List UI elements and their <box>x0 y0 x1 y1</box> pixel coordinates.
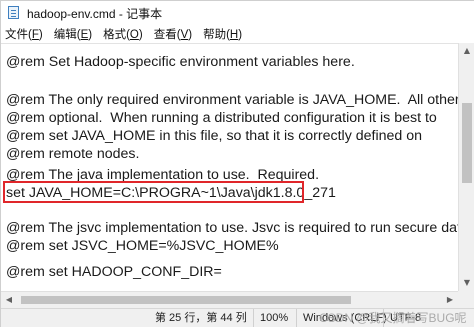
editor-line-11: @rem The jsvc implementation to use. Jsv… <box>6 220 458 236</box>
horizontal-scroll-thumb[interactable] <box>21 296 351 304</box>
menu-edit[interactable]: 编辑(E) <box>54 26 92 42</box>
vertical-scrollbar[interactable]: ▲ ▼ <box>458 43 474 291</box>
scroll-down-arrow[interactable]: ▼ <box>459 275 474 291</box>
scrollbar-corner <box>458 291 474 308</box>
editor-line-3: @rem The only required environment varia… <box>6 92 458 108</box>
editor-line-12: @rem set JSVC_HOME=%JSVC_HOME% <box>6 238 279 254</box>
menu-bar: 文件(F) 编辑(E) 格式(O) 查看(V) 帮助(H) <box>1 25 474 43</box>
editor-line-6: @rem remote nodes. <box>6 146 140 162</box>
editor-line-14: @rem set HADOOP_CONF_DIR= <box>6 264 222 280</box>
csdn-watermark: CSDN @我又搁着写BUG呢 <box>319 311 467 325</box>
scroll-right-arrow[interactable]: ▶ <box>442 292 458 308</box>
editor-line-4: @rem optional. When running a distribute… <box>6 110 437 126</box>
editor-line-5: @rem set JAVA_HOME in this file, so that… <box>6 128 423 144</box>
scroll-up-arrow[interactable]: ▲ <box>459 43 474 59</box>
menu-file[interactable]: 文件(F) <box>5 26 43 42</box>
scroll-left-arrow[interactable]: ◀ <box>1 292 17 308</box>
notepad-app-icon <box>7 6 21 20</box>
highlight-box <box>3 181 304 203</box>
window-title: hadoop-env.cmd - 记事本 <box>27 6 163 21</box>
status-bar: 第 25 行，第 44 列 100% Windows (CRLF) UTF-8 … <box>1 308 474 327</box>
status-cursor-position: 第 25 行，第 44 列 <box>155 312 247 324</box>
vertical-scroll-thumb[interactable] <box>462 103 472 183</box>
notepad-window: hadoop-env.cmd - 记事本 文件(F) 编辑(E) 格式(O) 查… <box>0 0 474 327</box>
text-editor-area[interactable]: @rem Set Hadoop-specific environment var… <box>1 43 458 308</box>
title-bar[interactable]: hadoop-env.cmd - 记事本 <box>1 1 474 25</box>
horizontal-scrollbar[interactable]: ◀ ▶ <box>1 291 458 308</box>
menu-format[interactable]: 格式(O) <box>103 26 143 42</box>
menu-view[interactable]: 查看(V) <box>154 26 192 42</box>
menu-help[interactable]: 帮助(H) <box>203 26 242 42</box>
editor-line-1: @rem Set Hadoop-specific environment var… <box>6 54 355 70</box>
status-zoom: 100% <box>253 309 288 327</box>
